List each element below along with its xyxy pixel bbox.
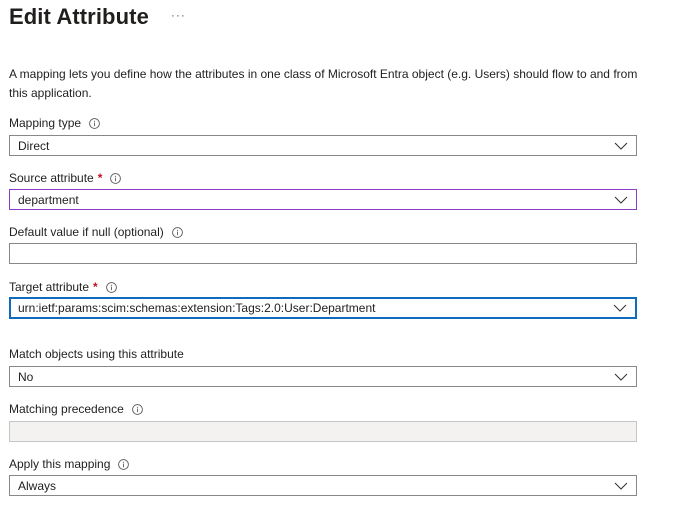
apply-mapping-value: Always xyxy=(18,478,57,493)
page-title: Edit Attribute xyxy=(9,4,149,29)
apply-mapping-label: Apply this mapping xyxy=(9,456,130,472)
matching-precedence-label: Matching precedence xyxy=(9,401,143,417)
chevron-down-icon xyxy=(613,304,627,312)
matching-precedence-label-text: Matching precedence xyxy=(9,402,124,416)
matching-precedence-input xyxy=(9,421,637,442)
source-attribute-label-text: Source attribute xyxy=(9,171,94,185)
info-icon[interactable] xyxy=(171,226,183,238)
edit-attribute-page: Edit Attribute ··· A mapping lets you de… xyxy=(0,0,693,531)
target-attribute-label: Target attribute * xyxy=(9,279,117,295)
chevron-down-icon xyxy=(614,196,628,204)
target-attribute-dropdown[interactable]: urn:ietf:params:scim:schemas:extension:T… xyxy=(9,297,637,319)
apply-mapping-label-text: Apply this mapping xyxy=(9,457,111,471)
chevron-down-icon xyxy=(614,482,628,490)
required-marker: * xyxy=(93,280,98,294)
chevron-down-icon xyxy=(614,373,628,381)
info-icon[interactable] xyxy=(89,117,100,129)
source-attribute-value: department xyxy=(18,192,79,207)
required-marker: * xyxy=(97,171,103,185)
match-objects-label: Match objects using this attribute xyxy=(9,346,184,362)
mapping-type-value: Direct xyxy=(18,138,50,153)
info-icon[interactable] xyxy=(118,458,130,470)
default-value-input[interactable] xyxy=(9,243,637,264)
target-attribute-label-text: Target attribute xyxy=(9,280,90,294)
more-icon[interactable]: ··· xyxy=(171,8,186,22)
header: Edit Attribute ··· xyxy=(9,4,186,30)
source-attribute-label: Source attribute * xyxy=(9,170,122,186)
info-icon[interactable] xyxy=(110,172,122,184)
info-icon[interactable] xyxy=(105,281,117,293)
apply-mapping-dropdown[interactable]: Always xyxy=(9,475,637,496)
mapping-type-label: Mapping type xyxy=(9,115,100,131)
match-objects-dropdown[interactable]: No xyxy=(9,366,637,387)
default-value-label: Default value if null (optional) xyxy=(9,224,183,240)
chevron-down-icon xyxy=(614,142,628,150)
target-attribute-value: urn:ietf:params:scim:schemas:extension:T… xyxy=(18,301,376,315)
match-objects-label-text: Match objects using this attribute xyxy=(9,347,184,361)
mapping-type-dropdown[interactable]: Direct xyxy=(9,135,637,156)
default-value-label-text: Default value if null (optional) xyxy=(9,225,164,239)
description: A mapping lets you define how the attrib… xyxy=(9,67,638,100)
source-attribute-dropdown[interactable]: department xyxy=(9,189,637,210)
info-icon[interactable] xyxy=(131,403,143,415)
mapping-type-label-text: Mapping type xyxy=(9,116,82,130)
match-objects-value: No xyxy=(18,369,34,384)
